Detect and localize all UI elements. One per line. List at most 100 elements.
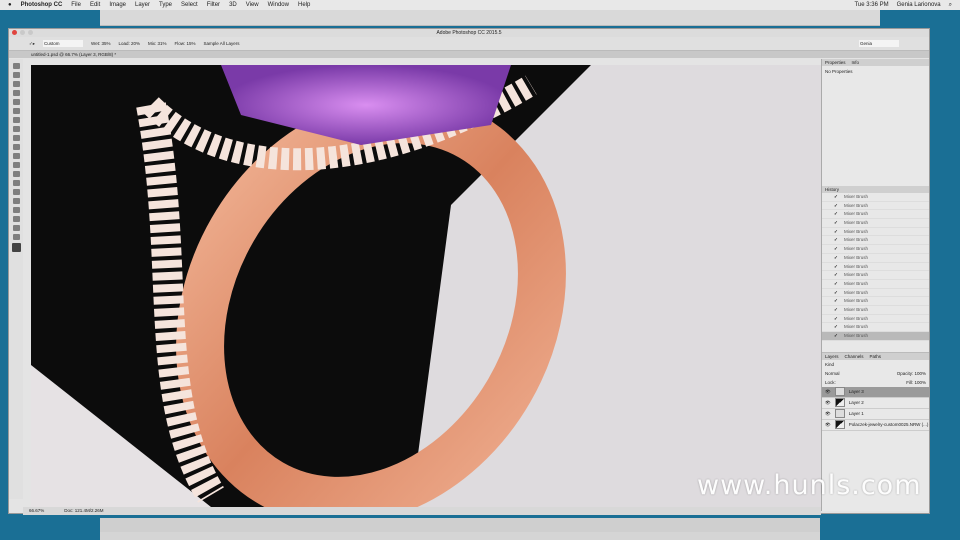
eye-icon[interactable]: 👁: [825, 389, 831, 395]
workspace-select[interactable]: Genia: [859, 40, 899, 47]
tab-paths[interactable]: Paths: [870, 353, 882, 360]
zoom-tool-icon[interactable]: [12, 234, 20, 240]
stamp-tool-icon[interactable]: [12, 135, 20, 141]
app-menu[interactable]: Photoshop CC: [21, 2, 63, 8]
layer-thumbnail: [834, 387, 845, 397]
options-bar: ✓▸ Custom Wet: 35% Load: 20% Mix: 31% Fl…: [9, 37, 929, 51]
menu-help[interactable]: Help: [298, 2, 310, 8]
watermark: www.hunls.com: [697, 470, 922, 501]
quick-select-tool-icon[interactable]: [12, 90, 20, 96]
menu-image[interactable]: Image: [109, 2, 126, 8]
brush-tool-icon[interactable]: ✓▸: [29, 41, 35, 47]
history-item[interactable]: Mixer Brush: [822, 228, 929, 237]
healing-tool-icon[interactable]: [12, 117, 20, 123]
menu-type[interactable]: Type: [159, 2, 172, 8]
menu-filter[interactable]: Filter: [207, 2, 220, 8]
hand-tool-icon[interactable]: [12, 225, 20, 231]
properties-tabs: Properties Info: [822, 59, 929, 66]
eyedropper-tool-icon[interactable]: [12, 108, 20, 114]
menu-3d[interactable]: 3D: [229, 2, 237, 8]
history-item[interactable]: Mixer Brush: [822, 263, 929, 272]
opacity-field[interactable]: Opacity: 100%: [897, 371, 926, 376]
history-item[interactable]: Mixer Brush: [822, 245, 929, 254]
brush-tool-icon[interactable]: [12, 126, 20, 132]
pen-tool-icon[interactable]: [12, 189, 20, 195]
history-item[interactable]: Mixer Brush: [822, 280, 929, 289]
history-item[interactable]: Mixer Brush: [822, 332, 929, 341]
layer-row[interactable]: 👁 Polaczek-jewelry-custom0025.NRW (...): [822, 420, 929, 431]
clock[interactable]: Tue 3:36 PM: [854, 2, 888, 9]
history-item[interactable]: Mixer Brush: [822, 254, 929, 263]
history-item[interactable]: Mixer Brush: [822, 193, 929, 202]
properties-panel: No Properties: [825, 69, 853, 74]
mix-field[interactable]: Mix: 31%: [148, 41, 167, 46]
menu-edit[interactable]: Edit: [90, 2, 100, 8]
load-field[interactable]: Load: 20%: [118, 41, 140, 46]
layer-thumbnail: [834, 420, 845, 430]
blur-tool-icon[interactable]: [12, 171, 20, 177]
history-item[interactable]: Mixer Brush: [822, 289, 929, 298]
tab-info[interactable]: Info: [852, 59, 860, 66]
status-bar: 66.67% Doc: 121.4M/2.26M: [23, 507, 821, 515]
tab-channels[interactable]: Channels: [845, 353, 864, 360]
zoom-level[interactable]: 66.67%: [29, 507, 44, 515]
layer-thumbnail: [834, 409, 845, 419]
search-icon[interactable]: ⌕: [949, 2, 952, 9]
shape-tool-icon[interactable]: [12, 216, 20, 222]
layer-row[interactable]: 👁 Layer 3: [822, 386, 929, 398]
dodge-tool-icon[interactable]: [12, 180, 20, 186]
preset-select[interactable]: Custom: [43, 40, 84, 47]
close-button[interactable]: [12, 30, 17, 35]
history-item[interactable]: Mixer Brush: [822, 297, 929, 306]
document-canvas[interactable]: [31, 65, 821, 507]
layer-thumbnail: [834, 398, 845, 408]
history-item[interactable]: Mixer Brush: [822, 210, 929, 220]
color-swatches-icon[interactable]: [11, 243, 21, 252]
wet-field[interactable]: Wet: 35%: [91, 41, 110, 46]
flow-field[interactable]: Flow: 15%: [175, 41, 196, 46]
blend-mode-select[interactable]: Normal: [825, 371, 840, 376]
history-item[interactable]: Mixer Brush: [822, 271, 929, 280]
history-brush-icon[interactable]: [12, 144, 20, 150]
eraser-tool-icon[interactable]: [12, 153, 20, 159]
layer-filter[interactable]: Kind: [822, 360, 929, 369]
eye-icon[interactable]: 👁: [825, 400, 831, 406]
history-item[interactable]: Mixer Brush: [822, 202, 929, 211]
history-item[interactable]: Mixer Brush: [822, 315, 929, 324]
history-item[interactable]: Mixer Brush: [822, 236, 929, 246]
history-item[interactable]: Mixer Brush: [822, 219, 929, 228]
apple-icon[interactable]: ●: [8, 2, 12, 8]
menu-file[interactable]: File: [71, 2, 81, 8]
browser-tabs[interactable]: [100, 10, 880, 26]
layer-row[interactable]: 👁 Layer 1: [822, 409, 929, 420]
history-item[interactable]: Mixer Brush: [822, 306, 929, 315]
lasso-tool-icon[interactable]: [12, 81, 20, 87]
ring-photo: [31, 65, 821, 507]
document-tab[interactable]: untitled-1.psd @ 66.7% (Layer 3, RGB/8) …: [9, 51, 929, 58]
eye-icon[interactable]: 👁: [825, 411, 831, 417]
layer-name: Polaczek-jewelry-custom0025.NRW (...): [848, 422, 929, 428]
move-tool-icon[interactable]: [12, 63, 20, 69]
downloads[interactable]: [100, 532, 820, 540]
tab-properties[interactable]: Properties: [825, 59, 846, 66]
user-name[interactable]: Genia Larionova: [897, 2, 941, 9]
tab-layers[interactable]: Layers: [825, 353, 839, 360]
marquee-tool-icon[interactable]: [12, 72, 20, 78]
minimize-button[interactable]: [20, 30, 25, 35]
path-select-icon[interactable]: [12, 207, 20, 213]
zoom-button[interactable]: [28, 30, 33, 35]
history-tab[interactable]: History: [822, 186, 929, 193]
fill-field[interactable]: Fill: 100%: [906, 380, 926, 385]
crop-tool-icon[interactable]: [12, 99, 20, 105]
eye-icon[interactable]: 👁: [825, 422, 831, 428]
menu-view[interactable]: View: [246, 2, 259, 8]
history-item[interactable]: Mixer Brush: [822, 323, 929, 332]
photoshop-window: Adobe Photoshop CC 2015.5 ✓▸ Custom Wet:…: [8, 28, 930, 515]
sample-all-layers-checkbox[interactable]: Sample All Layers: [204, 41, 240, 46]
layer-row[interactable]: 👁 Layer 2: [822, 398, 929, 409]
gradient-tool-icon[interactable]: [12, 162, 20, 168]
menu-select[interactable]: Select: [181, 2, 198, 8]
type-tool-icon[interactable]: [12, 198, 20, 204]
menu-window[interactable]: Window: [268, 2, 289, 8]
menu-layer[interactable]: Layer: [135, 2, 150, 8]
